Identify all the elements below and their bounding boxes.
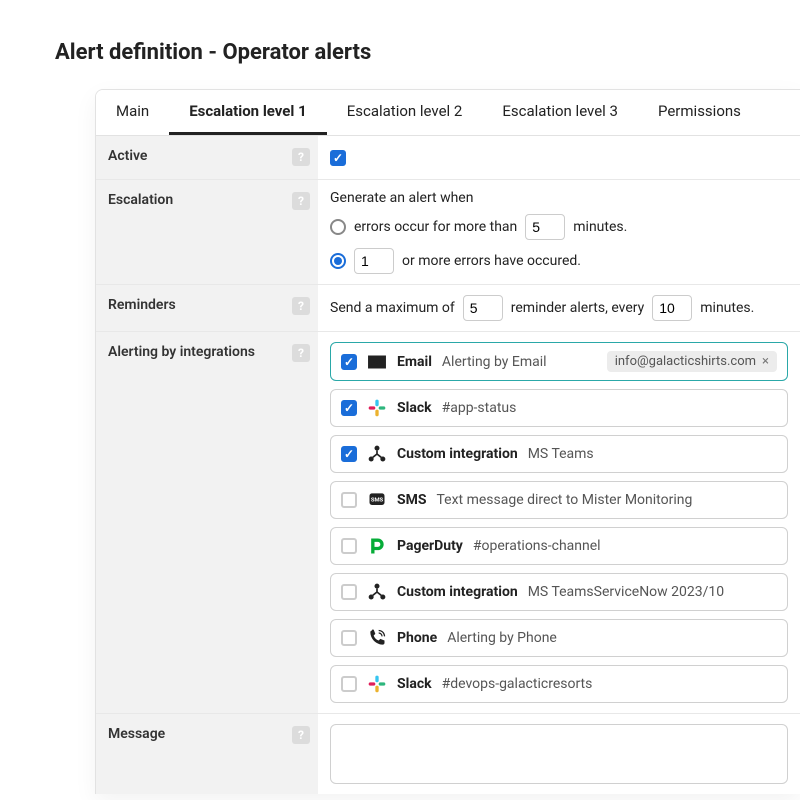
page-title: Alert definition - Operator alerts	[55, 40, 800, 65]
help-icon[interactable]: ?	[292, 148, 310, 166]
integration-item-slack-1[interactable]: Slack #app-status	[330, 389, 788, 427]
integration-checkbox[interactable]	[341, 492, 357, 508]
integration-checkbox[interactable]	[341, 630, 357, 646]
integration-name: SMS	[397, 492, 427, 508]
tab-escalation-level-3[interactable]: Escalation level 3	[482, 90, 638, 135]
integration-desc: #devops-galacticresorts	[442, 676, 593, 692]
label-text: Reminders	[108, 297, 176, 313]
chip-remove-icon[interactable]: ×	[762, 354, 769, 369]
opt2-count-input[interactable]	[354, 248, 394, 274]
email-icon	[367, 352, 387, 372]
tab-bar: MainEscalation level 1Escalation level 2…	[96, 90, 800, 136]
integration-item-phone-6[interactable]: Phone Alerting by Phone	[330, 619, 788, 657]
help-icon[interactable]: ?	[292, 297, 310, 315]
integration-desc: MS TeamsServiceNow 2023/10	[528, 584, 724, 600]
integration-item-custom-5[interactable]: Custom integration MS TeamsServiceNow 202…	[330, 573, 788, 611]
help-icon[interactable]: ?	[292, 726, 310, 744]
row-active: Active ?	[96, 136, 800, 180]
integration-name: Email	[397, 354, 432, 370]
recipient-chip: info@galacticshirts.com ×	[607, 351, 777, 372]
escalation-option-1: errors occur for more than minutes.	[330, 214, 788, 240]
row-escalation: Escalation ? Generate an alert when erro…	[96, 180, 800, 285]
integration-desc: Alerting by Phone	[447, 630, 557, 646]
tab-permissions[interactable]: Permissions	[638, 90, 761, 135]
reminders-pre: Send a maximum of	[330, 300, 455, 316]
escalation-option-2: or more errors have occured.	[330, 248, 788, 274]
slack-icon	[367, 674, 387, 694]
integration-checkbox[interactable]	[341, 354, 357, 370]
integration-name: Phone	[397, 630, 437, 646]
integration-item-sms-3[interactable]: SMS Text message direct to Mister Monitor…	[330, 481, 788, 519]
opt1-post: minutes.	[573, 219, 627, 235]
reminders-line: Send a maximum of reminder alerts, every…	[330, 295, 788, 321]
custom-icon	[367, 582, 387, 602]
reminders-mid: reminder alerts, every	[511, 300, 645, 316]
integration-checkbox[interactable]	[341, 446, 357, 462]
integration-item-custom-2[interactable]: Custom integration MS Teams	[330, 435, 788, 473]
row-active-label: Active ?	[96, 136, 318, 179]
integration-name: Custom integration	[397, 584, 518, 600]
escalation-intro: Generate an alert when	[330, 190, 788, 206]
reminders-count-input[interactable]	[463, 295, 503, 321]
opt2-post: or more errors have occured.	[402, 253, 581, 269]
reminders-post: minutes.	[700, 300, 754, 316]
pagerduty-icon	[367, 536, 387, 556]
integration-desc: MS Teams	[528, 446, 594, 462]
integration-name: Slack	[397, 400, 432, 416]
integration-desc: Alerting by Email	[442, 354, 547, 370]
opt1-minutes-input[interactable]	[525, 214, 565, 240]
integration-checkbox[interactable]	[341, 400, 357, 416]
slack-icon	[367, 398, 387, 418]
reminders-interval-input[interactable]	[652, 295, 692, 321]
integration-checkbox[interactable]	[341, 676, 357, 692]
chip-text: info@galacticshirts.com	[615, 354, 756, 369]
tab-escalation-level-1[interactable]: Escalation level 1	[169, 90, 327, 135]
tab-escalation-level-2[interactable]: Escalation level 2	[327, 90, 483, 135]
integration-desc: #app-status	[442, 400, 517, 416]
integration-checkbox[interactable]	[341, 538, 357, 554]
row-integrations-label: Alerting by integrations ?	[96, 332, 318, 713]
tab-main[interactable]: Main	[96, 90, 169, 135]
escalation-radio-1[interactable]	[330, 219, 346, 235]
row-message-label: Message ?	[96, 714, 318, 794]
row-reminders-label: Reminders ?	[96, 285, 318, 331]
integration-name: Custom integration	[397, 446, 518, 462]
row-message: Message ?	[96, 714, 800, 794]
integration-item-pagerduty-4[interactable]: PagerDuty #operations-channel	[330, 527, 788, 565]
phone-icon	[367, 628, 387, 648]
custom-icon	[367, 444, 387, 464]
integration-item-slack-7[interactable]: Slack #devops-galacticresorts	[330, 665, 788, 703]
label-text: Message	[108, 726, 165, 742]
label-text: Active	[108, 148, 147, 164]
integration-name: PagerDuty	[397, 538, 463, 554]
sms-icon	[367, 490, 387, 510]
integration-desc: Text message direct to Mister Monitoring	[437, 492, 693, 508]
help-icon[interactable]: ?	[292, 192, 310, 210]
integration-name: Slack	[397, 676, 432, 692]
message-textarea[interactable]	[330, 724, 788, 784]
escalation-radio-2[interactable]	[330, 253, 346, 269]
integration-desc: #operations-channel	[473, 538, 601, 554]
integration-checkbox[interactable]	[341, 584, 357, 600]
settings-panel: MainEscalation level 1Escalation level 2…	[95, 89, 800, 794]
row-escalation-label: Escalation ?	[96, 180, 318, 284]
opt1-pre: errors occur for more than	[354, 219, 517, 235]
active-checkbox[interactable]	[330, 150, 346, 166]
label-text: Alerting by integrations	[108, 344, 255, 360]
integration-item-email-0[interactable]: Email Alerting by Email info@galacticshirt…	[330, 342, 788, 381]
label-text: Escalation	[108, 192, 173, 208]
row-reminders: Reminders ? Send a maximum of reminder a…	[96, 285, 800, 332]
row-integrations: Alerting by integrations ? Email Alerting…	[96, 332, 800, 714]
help-icon[interactable]: ?	[292, 344, 310, 362]
